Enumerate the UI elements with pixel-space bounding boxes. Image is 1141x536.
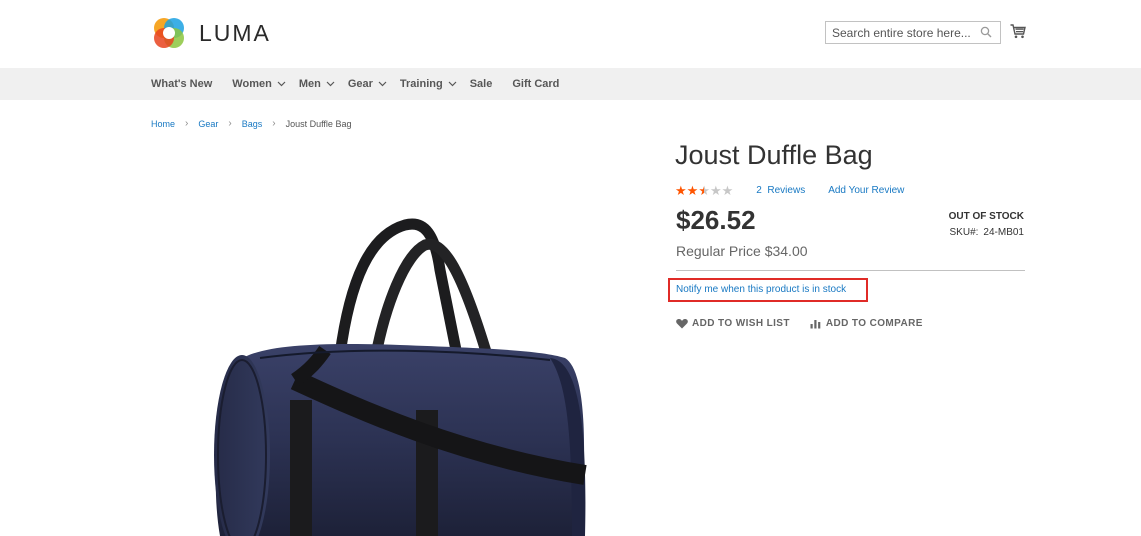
notify-in-stock-link[interactable]: Notify me when this product is in stock (676, 284, 846, 295)
add-review-link[interactable]: Add Your Review (828, 185, 904, 196)
wishlist-label: ADD TO WISH LIST (692, 318, 790, 329)
chevron-down-icon (448, 81, 457, 87)
rating-stars: ★ ★ ★ ★ ★ (675, 184, 733, 197)
cart-icon[interactable] (1010, 23, 1026, 39)
divider (676, 270, 1025, 271)
search-icon[interactable] (980, 26, 992, 38)
heart-icon (676, 319, 688, 329)
stock-status: OUT OF STOCK (948, 211, 1024, 222)
compare-label: ADD TO COMPARE (825, 318, 923, 329)
sku-label: SKU#: (949, 227, 979, 238)
nav-item-sale[interactable]: Sale (470, 78, 493, 90)
star-full-icon: ★ (675, 183, 687, 198)
reviews-link[interactable]: 2 Reviews (756, 185, 805, 196)
breadcrumb-separator: › (228, 118, 232, 129)
breadcrumb: Home › Gear › Bags › Joust Duffle Bag (151, 118, 351, 129)
star-empty-icon: ★ (721, 183, 734, 198)
main-navigation: What's New Women Men Gear Training Sale … (0, 68, 1141, 100)
search-input[interactable] (826, 22, 976, 43)
star-half-icon: ★ (698, 183, 710, 198)
breadcrumb-gear[interactable]: Gear (198, 119, 218, 129)
star-empty-icon: ★ (709, 183, 722, 198)
compare-icon (810, 320, 821, 329)
search-box[interactable] (825, 21, 1001, 44)
add-to-wishlist-button[interactable]: ADD TO WISH LIST (676, 318, 790, 329)
breadcrumb-separator: › (272, 118, 276, 129)
luma-logo-icon (154, 18, 184, 48)
product-price: $26.52 (676, 205, 756, 235)
nav-item-men[interactable]: Men (299, 78, 335, 90)
logo[interactable]: LUMA (151, 15, 271, 51)
nav-item-whats-new[interactable]: What's New (151, 78, 212, 90)
chevron-down-icon (326, 81, 335, 87)
product-rating: ★ ★ ★ ★ ★ 2 Reviews Add Your Review (675, 184, 904, 197)
product-image[interactable] (200, 210, 600, 536)
product-actions: ADD TO WISH LIST ADD TO COMPARE (676, 318, 923, 329)
regular-price: Regular Price $34.00 (676, 243, 808, 259)
breadcrumb-separator: › (185, 118, 189, 129)
notify-stock-box: Notify me when this product is in stock (668, 278, 868, 302)
breadcrumb-home[interactable]: Home (151, 119, 175, 129)
star-full-icon: ★ (686, 183, 699, 198)
product-sku: SKU#: 24-MB01 (950, 227, 1024, 238)
product-title: Joust Duffle Bag (675, 140, 873, 170)
logo-text: LUMA (199, 19, 271, 46)
chevron-down-icon (277, 81, 286, 87)
add-to-compare-button[interactable]: ADD TO COMPARE (810, 318, 923, 329)
breadcrumb-bags[interactable]: Bags (242, 119, 263, 129)
sku-value: 24-MB01 (983, 227, 1024, 238)
chevron-down-icon (378, 81, 387, 87)
nav-item-women[interactable]: Women (232, 78, 286, 90)
nav-item-training[interactable]: Training (400, 78, 457, 90)
breadcrumb-current: Joust Duffle Bag (285, 118, 352, 129)
nav-item-gear[interactable]: Gear (348, 78, 387, 90)
nav-item-gift-card[interactable]: Gift Card (512, 78, 559, 90)
site-header: LUMA (0, 0, 1141, 68)
